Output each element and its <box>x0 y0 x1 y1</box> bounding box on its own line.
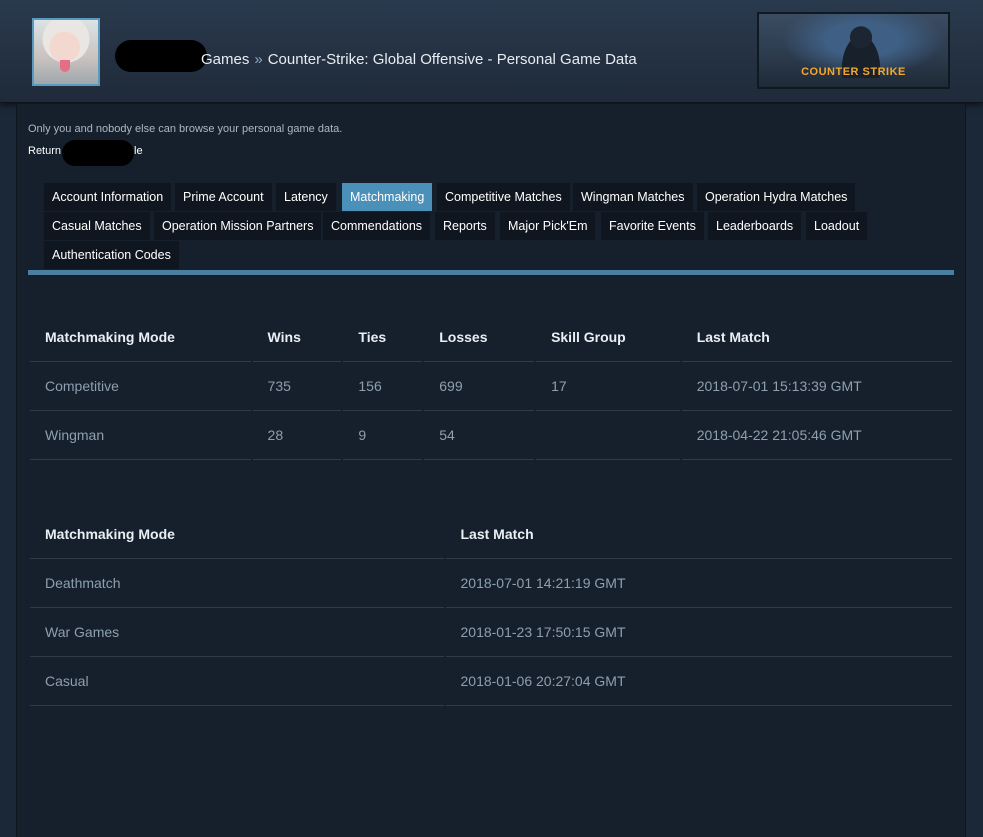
user-avatar[interactable] <box>32 18 100 86</box>
table-cell: 2018-01-23 17:50:15 GMT <box>445 608 952 657</box>
column-header: Last Match <box>445 510 952 559</box>
tab-wingman-matches[interactable]: Wingman Matches <box>573 183 693 211</box>
breadcrumb-page-title: Counter-Strike: Global Offensive - Perso… <box>267 51 637 68</box>
game-logo-text: COUNTER STRIKE <box>801 66 906 78</box>
tab-matchmaking[interactable]: Matchmaking <box>342 183 433 211</box>
table-row: Wingman 28 9 54 2018-04-22 21:05:46 GMT <box>30 411 952 460</box>
return-link-prefix[interactable]: Return <box>28 145 61 157</box>
game-banner[interactable]: COUNTER STRIKE <box>757 12 950 89</box>
table-cell: Wingman <box>30 411 251 460</box>
tabs-underline <box>28 270 954 275</box>
column-header: Matchmaking Mode <box>30 313 251 362</box>
table-cell: 735 <box>252 362 342 411</box>
tab-casual-matches[interactable]: Casual Matches <box>44 212 150 240</box>
table-cell: 699 <box>424 362 535 411</box>
column-header: Ties <box>343 313 423 362</box>
column-header: Matchmaking Mode <box>30 510 444 559</box>
table-cell: 2018-07-01 14:21:19 GMT <box>445 559 952 608</box>
tab-major-pickem[interactable]: Major Pick'Em <box>500 212 596 240</box>
breadcrumb: Games » Counter-Strike: Global Offensive -… <box>201 51 637 68</box>
tab-leaderboards[interactable]: Leaderboards <box>708 212 802 240</box>
table-cell: 54 <box>424 411 535 460</box>
table-cell: 2018-04-22 21:05:46 GMT <box>681 411 952 460</box>
breadcrumb-separator: » <box>254 51 263 68</box>
tab-operation-hydra-matches[interactable]: Operation Hydra Matches <box>697 183 856 211</box>
matchmaking-stats-table: Matchmaking Mode Wins Ties Losses Skill … <box>28 313 954 460</box>
column-header: Wins <box>252 313 342 362</box>
tab-authentication-codes[interactable]: Authentication Codes <box>44 241 179 269</box>
table-cell: Casual <box>30 657 444 706</box>
table-cell: 2018-07-01 15:13:39 GMT <box>681 362 952 411</box>
tab-commendations[interactable]: Commendations <box>323 212 431 240</box>
table-row: Deathmatch 2018-07-01 14:21:19 GMT <box>30 559 952 608</box>
table-cell: Deathmatch <box>30 559 444 608</box>
tab-reports[interactable]: Reports <box>435 212 495 240</box>
table-header-row: Matchmaking Mode Wins Ties Losses Skill … <box>30 313 952 362</box>
tab-latency[interactable]: Latency <box>276 183 336 211</box>
table-row: Competitive 735 156 699 17 2018-07-01 15… <box>30 362 952 411</box>
column-header: Losses <box>424 313 535 362</box>
tab-prime-account[interactable]: Prime Account <box>175 183 272 211</box>
other-modes-table: Matchmaking Mode Last Match Deathmatch 2… <box>28 510 954 706</box>
return-link-suffix[interactable]: le <box>134 145 143 157</box>
column-header: Skill Group <box>536 313 680 362</box>
redacted-link-text <box>62 140 134 166</box>
table-cell: War Games <box>30 608 444 657</box>
avatar-detail <box>60 60 70 72</box>
table-cell: 17 <box>536 362 680 411</box>
table-header-row: Matchmaking Mode Last Match <box>30 510 952 559</box>
table-cell: 156 <box>343 362 423 411</box>
table-row: War Games 2018-01-23 17:50:15 GMT <box>30 608 952 657</box>
column-header: Last Match <box>681 313 952 362</box>
table-cell: Competitive <box>30 362 251 411</box>
table-cell: 28 <box>252 411 342 460</box>
table-row: Casual 2018-01-06 20:27:04 GMT <box>30 657 952 706</box>
table-cell: 9 <box>343 411 423 460</box>
tab-account-information[interactable]: Account Information <box>44 183 172 211</box>
redacted-username <box>115 40 207 72</box>
breadcrumb-games-link[interactable]: Games <box>201 51 249 68</box>
tab-operation-mission-partners[interactable]: Operation Mission Partners <box>154 212 322 240</box>
tab-competitive-matches[interactable]: Competitive Matches <box>437 183 570 211</box>
table-cell: 2018-01-06 20:27:04 GMT <box>445 657 952 706</box>
tab-favorite-events[interactable]: Favorite Events <box>601 212 704 240</box>
table-cell <box>536 411 680 460</box>
privacy-notice: Only you and nobody else can browse your… <box>28 123 343 135</box>
tab-loadout[interactable]: Loadout <box>806 212 868 240</box>
